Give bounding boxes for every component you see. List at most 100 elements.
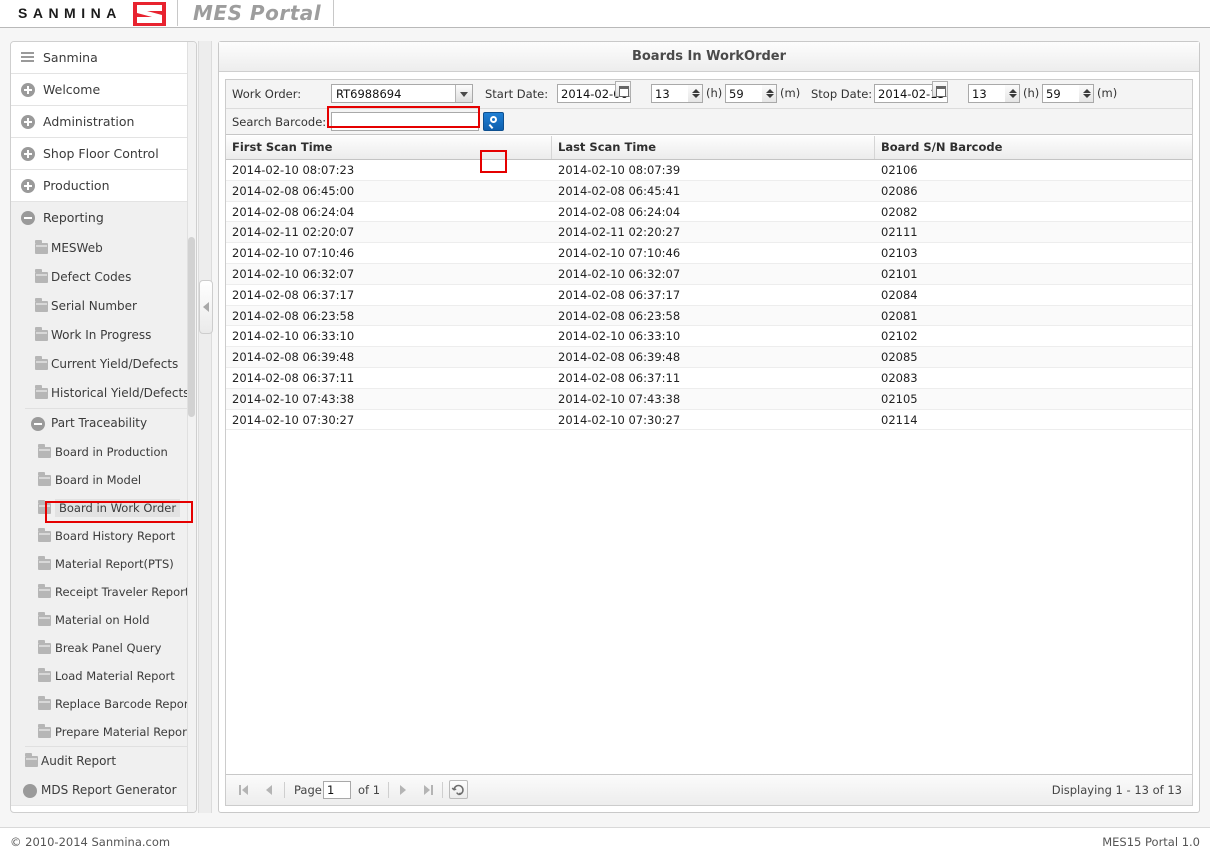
- table-cell: 2014-02-10 08:07:23: [232, 163, 355, 177]
- stop-minute-input[interactable]: [1042, 84, 1080, 103]
- start-minute-spinner[interactable]: [762, 84, 777, 103]
- start-minute-input[interactable]: [725, 84, 763, 103]
- folder-icon: [38, 556, 51, 570]
- sidebar-item-board-in-model[interactable]: Board in Model: [25, 466, 196, 494]
- sidebar-item-prepare-material-report[interactable]: Prepare Material Report: [25, 718, 196, 746]
- page-body: Sanmina Welcome Administration Shop Floo…: [0, 28, 1210, 827]
- column-header-last-scan-time[interactable]: Last Scan Time: [552, 136, 875, 159]
- header-divider-2: [333, 0, 334, 26]
- sidebar-item-defect-codes[interactable]: Defect Codes: [11, 263, 196, 292]
- sidebar-item-serial-number[interactable]: Serial Number: [11, 292, 196, 321]
- sidebar-item-historical-yield-defects[interactable]: Historical Yield/Defects: [11, 379, 196, 408]
- sidebar-item-mds-report-generator[interactable]: MDS Report Generator: [11, 776, 196, 805]
- sidebar-item-label: Board in Work Order: [55, 499, 181, 517]
- sidebar-item-label: Prepare Material Report: [55, 725, 192, 739]
- sidebar-item-label: Shop Floor Control: [43, 146, 159, 161]
- work-order-select[interactable]: RT6988694: [331, 84, 473, 103]
- sidebar-item-work-in-progress[interactable]: Work In Progress: [11, 321, 196, 350]
- calendar-icon[interactable]: [615, 81, 631, 97]
- sidebar-nav: Sanmina Welcome Administration Shop Floo…: [10, 41, 197, 813]
- report-content: Work Order: RT6988694 Start Date: (h) (m…: [225, 79, 1193, 806]
- sidebar-item-receipt-traveler-report[interactable]: Receipt Traveler Report(P: [25, 578, 197, 606]
- folder-icon: [38, 640, 51, 654]
- page-number-input[interactable]: [323, 781, 351, 799]
- table-row[interactable]: 2014-02-08 06:39:48 2014-02-08 06:39:48 02…: [226, 347, 1192, 368]
- column-header-board-sn-barcode[interactable]: Board S/N Barcode: [875, 136, 1192, 159]
- sidebar-item-label: Audit Report: [41, 754, 117, 768]
- sidebar-item-part-traceability[interactable]: Part Traceability: [25, 409, 196, 438]
- results-grid: First Scan Time Last Scan Time Board S/N…: [226, 136, 1192, 774]
- table-row[interactable]: 2014-02-08 06:37:11 2014-02-08 06:37:11 02…: [226, 367, 1192, 389]
- chevron-down-icon[interactable]: [455, 85, 472, 102]
- sidebar-item-board-in-work-order[interactable]: Board in Work Order: [25, 494, 196, 522]
- search-barcode-input[interactable]: [331, 112, 479, 131]
- sidebar-splitter[interactable]: [198, 41, 212, 813]
- sidebar-item-shop-floor-control[interactable]: Shop Floor Control: [11, 138, 196, 170]
- table-cell: 2014-02-08 06:45:00: [232, 183, 355, 198]
- calendar-icon[interactable]: [932, 81, 948, 97]
- sidebar-item-label: Work In Progress: [51, 328, 152, 342]
- folder-icon: [25, 753, 38, 767]
- column-header-first-scan-time[interactable]: First Scan Time: [226, 136, 552, 159]
- sidebar-item-board-history-report[interactable]: Board History Report: [25, 522, 196, 550]
- plus-circle-icon: [21, 179, 35, 193]
- table-row[interactable]: 2014-02-08 06:23:58 2014-02-08 06:23:58 02…: [226, 305, 1192, 327]
- sidebar-item-load-material-report[interactable]: Load Material Report: [25, 662, 196, 690]
- sidebar-item-audit-report[interactable]: Audit Report: [11, 747, 196, 776]
- sidebar-item-material-on-hold[interactable]: Material on Hold: [25, 606, 196, 634]
- previous-page-button[interactable]: [262, 783, 276, 797]
- table-body: 2014-02-10 08:07:23 2014-02-10 08:07:39 02…: [226, 160, 1192, 431]
- sidebar-scrollbar-thumb[interactable]: [188, 237, 195, 417]
- refresh-button[interactable]: [449, 780, 468, 799]
- table-cell: 2014-02-10 06:33:10: [232, 329, 355, 344]
- table-row[interactable]: 2014-02-11 02:20:07 2014-02-11 02:20:27 02…: [226, 222, 1192, 244]
- stop-hour-spinner[interactable]: [1005, 84, 1020, 103]
- table-row[interactable]: 2014-02-08 06:45:00 2014-02-08 06:45:41 02…: [226, 180, 1192, 202]
- folder-icon: [38, 612, 51, 626]
- sidebar-item-sanmina[interactable]: Sanmina: [11, 42, 196, 74]
- sanmina-wordmark: SANMINA: [18, 5, 122, 21]
- sidebar-item-replace-barcode-report[interactable]: Replace Barcode Report: [25, 690, 196, 718]
- table-row[interactable]: 2014-02-10 08:07:23 2014-02-10 08:07:39 02…: [226, 160, 1192, 181]
- folder-icon: [35, 385, 48, 399]
- sidebar-item-welcome[interactable]: Welcome: [11, 74, 196, 106]
- table-cell: 02105: [881, 391, 918, 406]
- stop-hour-input[interactable]: [968, 84, 1006, 103]
- table-cell: 02101: [881, 266, 918, 281]
- folder-icon: [38, 584, 51, 598]
- sidebar-item-label: Board History Report: [55, 529, 176, 543]
- folder-icon: [38, 472, 51, 486]
- sidebar-item-current-yield-defects[interactable]: Current Yield/Defects: [11, 350, 196, 379]
- last-page-button[interactable]: [420, 783, 434, 797]
- sidebar-item-mesweb[interactable]: MESWeb: [11, 234, 196, 263]
- stop-date-label: Stop Date:: [811, 87, 873, 101]
- table-row[interactable]: 2014-02-08 06:37:17 2014-02-08 06:37:17 02…: [226, 284, 1192, 306]
- sidebar-item-administration[interactable]: Administration: [11, 106, 196, 138]
- next-page-button[interactable]: [396, 783, 410, 797]
- table-row[interactable]: 2014-02-10 06:33:10 2014-02-10 06:33:10 02…: [226, 326, 1192, 348]
- start-hour-spinner[interactable]: [688, 84, 703, 103]
- table-row[interactable]: 2014-02-10 07:10:46 2014-02-10 07:10:46 02…: [226, 243, 1192, 264]
- table-row[interactable]: 2014-02-08 06:24:04 2014-02-08 06:24:04 02…: [226, 201, 1192, 223]
- search-button[interactable]: [483, 112, 504, 131]
- sidebar-scrollbar-track[interactable]: [187, 42, 196, 812]
- table-cell: 2014-02-11 02:20:07: [232, 225, 355, 240]
- folder-icon: [38, 696, 51, 710]
- table-cell: 02082: [881, 204, 918, 219]
- first-page-button[interactable]: [238, 783, 252, 797]
- table-cell: 2014-02-08 06:37:17: [232, 287, 355, 302]
- table-row[interactable]: 2014-02-10 07:30:27 2014-02-10 07:30:27 02…: [226, 409, 1192, 431]
- table-row[interactable]: 2014-02-10 07:43:38 2014-02-10 07:43:38 02…: [226, 388, 1192, 410]
- copyright-label: © 2010-2014 Sanmina.com: [10, 835, 171, 849]
- sidebar-item-board-in-production[interactable]: Board in Production: [25, 438, 196, 466]
- main-panel: Boards In WorkOrder Work Order: RT698869…: [218, 41, 1200, 813]
- table-row[interactable]: 2014-02-10 06:32:07 2014-02-10 06:32:07 02…: [226, 263, 1192, 285]
- stop-minute-spinner[interactable]: [1079, 84, 1094, 103]
- sidebar-item-material-report-pts[interactable]: Material Report(PTS): [25, 550, 196, 578]
- sidebar-item-break-panel-query[interactable]: Break Panel Query: [25, 634, 196, 662]
- sidebar-item-production[interactable]: Production: [11, 170, 196, 202]
- sidebar-item-reporting[interactable]: Reporting: [11, 202, 196, 234]
- sidebar-item-label: Replace Barcode Report: [55, 697, 194, 711]
- sidebar-item-label: Receipt Traveler Report(P: [55, 585, 197, 599]
- start-hour-input[interactable]: [651, 84, 689, 103]
